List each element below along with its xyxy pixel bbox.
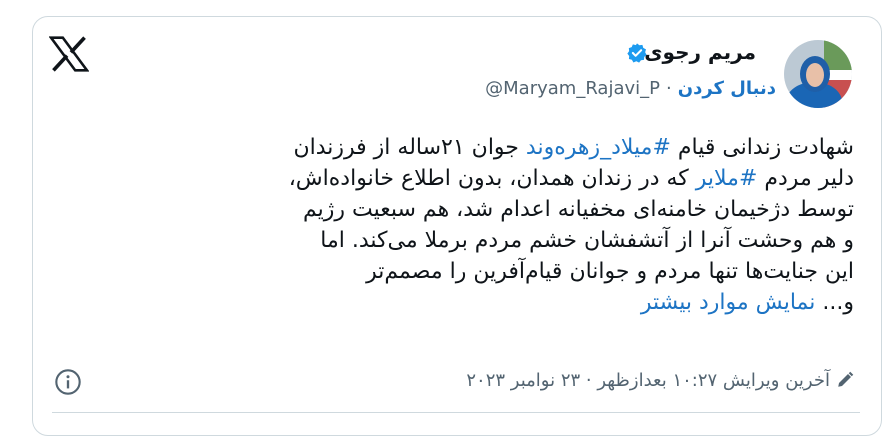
author-name[interactable]: مریم رجوی bbox=[644, 40, 756, 64]
tweet-line: این جنایت‌ها تنها مردم و جوانان قیام‌آفر… bbox=[366, 259, 854, 284]
separator-dot: · bbox=[666, 78, 672, 99]
info-icon[interactable] bbox=[54, 368, 82, 396]
tweet-text: شهادت زندانی قیام #میلاد_زهره‌وند جوان ۲… bbox=[64, 132, 854, 318]
tweet-line: و هم وحشت آنرا از آتشفشان خشم مردم برملا… bbox=[320, 228, 854, 253]
tweet-line: شهادت زندانی قیام #میلاد_زهره‌وند جوان ۲… bbox=[293, 135, 854, 160]
tweet-line: دلیر مردم #ملایر که در زندان همدان، بدون… bbox=[288, 166, 854, 191]
tweet-line: توسط دژخیمان خامنه‌ای مخفیانه اعدام شد، … bbox=[303, 197, 854, 222]
hashtag-milad[interactable]: #میلاد_زهره‌وند bbox=[526, 135, 671, 160]
edited-timestamp[interactable]: آخرین ویرایش ۱۰:۲۷ بعدازظهر · ۲۳ نوامبر … bbox=[466, 370, 854, 391]
edited-text: آخرین ویرایش ۱۰:۲۷ بعدازظهر · ۲۳ نوامبر … bbox=[466, 370, 830, 391]
tweet-line: و... نمایش موارد بیشتر bbox=[640, 290, 854, 315]
verified-badge-icon bbox=[627, 43, 647, 63]
author-handle[interactable]: @Maryam_Rajavi_P bbox=[485, 78, 660, 99]
hashtag-malayer[interactable]: #ملایر bbox=[696, 166, 758, 191]
x-logo-icon[interactable] bbox=[49, 36, 89, 72]
author-meta: دنبال کردن · @Maryam_Rajavi_P bbox=[485, 78, 776, 99]
divider bbox=[52, 412, 860, 413]
show-more-link[interactable]: نمایش موارد بیشتر bbox=[641, 290, 816, 315]
follow-button[interactable]: دنبال کردن bbox=[678, 78, 776, 99]
avatar[interactable] bbox=[784, 40, 852, 108]
pencil-icon bbox=[838, 371, 854, 387]
